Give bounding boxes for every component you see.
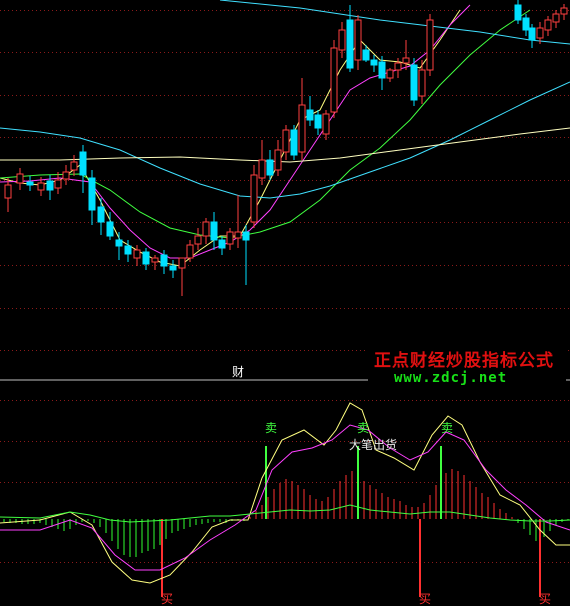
candle-body — [314, 114, 322, 129]
signal-label: 买 — [419, 592, 431, 606]
candle-body — [210, 221, 218, 241]
candle-body — [536, 27, 544, 39]
candle-body — [514, 4, 522, 21]
candle-body — [37, 182, 45, 191]
candle-body — [186, 244, 194, 259]
candle-body — [370, 59, 378, 66]
candle-body — [26, 181, 34, 186]
candle-body — [133, 249, 141, 259]
candle-body — [124, 245, 132, 255]
candle-body — [242, 231, 250, 241]
signal-label: 大笔出货 — [349, 437, 397, 452]
candle-body — [354, 19, 362, 61]
candle-body — [298, 104, 306, 153]
candle-body — [142, 251, 150, 265]
candle-body — [322, 113, 330, 135]
candle-body — [88, 177, 96, 211]
candle-body — [394, 62, 402, 71]
candle-body — [16, 173, 24, 184]
stock-chart: 财 卖 卖 卖大笔出货买 买 买 — [0, 0, 570, 606]
signal-label: 卖 — [441, 421, 453, 435]
candle-body — [426, 19, 434, 71]
candle-body — [274, 149, 282, 171]
signal-label: 卖 — [357, 421, 369, 435]
candle-body — [194, 235, 202, 245]
candle-body — [226, 231, 234, 245]
candle-body — [160, 254, 168, 267]
candle-body — [266, 159, 274, 176]
watermark-title: 正点财经炒股指标公式 — [374, 351, 554, 371]
candle-body — [306, 109, 314, 121]
candle-body — [544, 19, 552, 31]
candle-body — [522, 17, 530, 31]
candle-body — [330, 47, 338, 113]
candle-body — [97, 206, 105, 223]
candle-body — [528, 27, 536, 41]
candle-body — [418, 69, 426, 97]
candle-body — [386, 69, 394, 79]
candle-body — [62, 171, 70, 180]
candle-body — [402, 57, 410, 64]
candle-body — [115, 239, 123, 247]
candle-body — [258, 159, 266, 179]
candle-body — [410, 64, 418, 101]
candle-body — [560, 7, 568, 15]
candle-body — [46, 180, 54, 191]
candle-body — [362, 49, 370, 61]
candle-body — [106, 221, 114, 237]
candle-body — [338, 29, 346, 51]
candle-body — [70, 161, 78, 171]
candle-body — [282, 129, 290, 153]
watermark: 正点财经炒股指标公式 www.zdcj.net — [368, 344, 566, 390]
candle-body — [151, 257, 159, 263]
candle-body — [169, 265, 177, 271]
candle-body — [234, 231, 242, 239]
candle-body — [202, 221, 210, 237]
chart-background — [0, 0, 570, 606]
candle-body — [4, 184, 12, 199]
signal-label: 买 — [161, 592, 173, 606]
candle-body — [346, 19, 354, 69]
candle-body — [178, 257, 186, 269]
watermark-url: www.zdcj.net — [394, 370, 508, 386]
signal-label: 卖 — [265, 421, 277, 435]
candle-body — [250, 174, 258, 223]
candle-body — [218, 239, 226, 249]
candle-body — [79, 151, 87, 176]
signal-label: 买 — [539, 592, 551, 606]
candle-body — [378, 61, 386, 79]
separator-label: 财 — [232, 365, 244, 379]
candle-body — [552, 13, 560, 23]
candle-body — [54, 179, 62, 189]
candle-body — [290, 129, 298, 156]
